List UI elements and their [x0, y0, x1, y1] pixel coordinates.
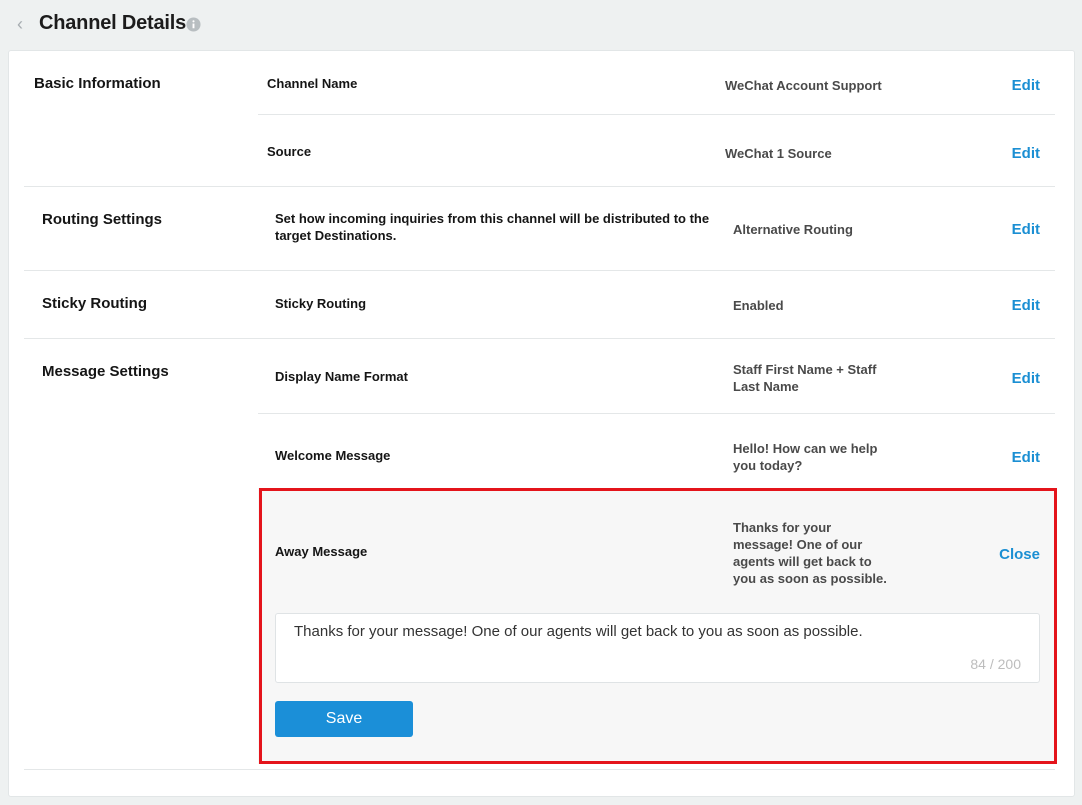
char-count: 84 / 200 — [970, 656, 1021, 672]
row-divider — [258, 413, 1055, 414]
page-header: ‹ Channel Details — [0, 0, 1082, 50]
page-title: Channel Details — [39, 12, 187, 34]
field-value-display-name-format: Staff First Name + Staff Last Name — [733, 362, 877, 394]
back-chevron-icon[interactable]: ‹ — [12, 14, 28, 34]
edit-welcome-message-button[interactable]: Edit — [1012, 449, 1040, 466]
row-divider — [258, 114, 1055, 115]
edit-routing-button[interactable]: Edit — [1012, 221, 1040, 238]
section-divider — [24, 769, 1055, 770]
field-label-away-message: Away Message — [275, 544, 368, 559]
field-value-channel-name: WeChat Account Support — [725, 78, 882, 93]
edit-source-button[interactable]: Edit — [1012, 145, 1040, 162]
field-label-display-name-format: Display Name Format — [275, 369, 408, 384]
field-label-routing-description: Set how incoming inquiries from this cha… — [275, 211, 710, 243]
edit-channel-name-button[interactable]: Edit — [1012, 77, 1040, 94]
field-value-routing: Alternative Routing — [733, 222, 853, 237]
field-label-welcome-message: Welcome Message — [275, 448, 391, 463]
field-label-sticky-routing: Sticky Routing — [275, 296, 367, 311]
field-value-source: WeChat 1 Source — [725, 146, 832, 161]
section-label-message-settings: Message Settings — [42, 363, 169, 380]
edit-display-name-format-button[interactable]: Edit — [1012, 370, 1040, 387]
edit-sticky-routing-button[interactable]: Edit — [1012, 297, 1040, 314]
field-value-welcome-message: Hello! How can we help you today? — [733, 441, 878, 473]
info-icon[interactable] — [186, 17, 201, 32]
field-label-source: Source — [267, 144, 312, 159]
section-divider — [24, 186, 1055, 187]
close-away-message-button[interactable]: Close — [999, 546, 1040, 563]
field-value-away-message: Thanks for your message! One of our agen… — [733, 520, 887, 586]
field-value-sticky-routing: Enabled — [733, 298, 784, 313]
section-divider — [24, 338, 1055, 339]
field-label-channel-name: Channel Name — [267, 76, 358, 91]
away-message-textarea[interactable]: Thanks for your message! One of our agen… — [275, 613, 1040, 683]
section-label-routing-settings: Routing Settings — [42, 211, 162, 228]
section-divider — [24, 270, 1055, 271]
save-button[interactable]: Save — [275, 701, 413, 737]
section-label-sticky-routing: Sticky Routing — [42, 295, 148, 312]
section-label-basic-information: Basic Information — [34, 75, 161, 92]
away-message-text: Thanks for your message! One of our agen… — [294, 623, 863, 640]
